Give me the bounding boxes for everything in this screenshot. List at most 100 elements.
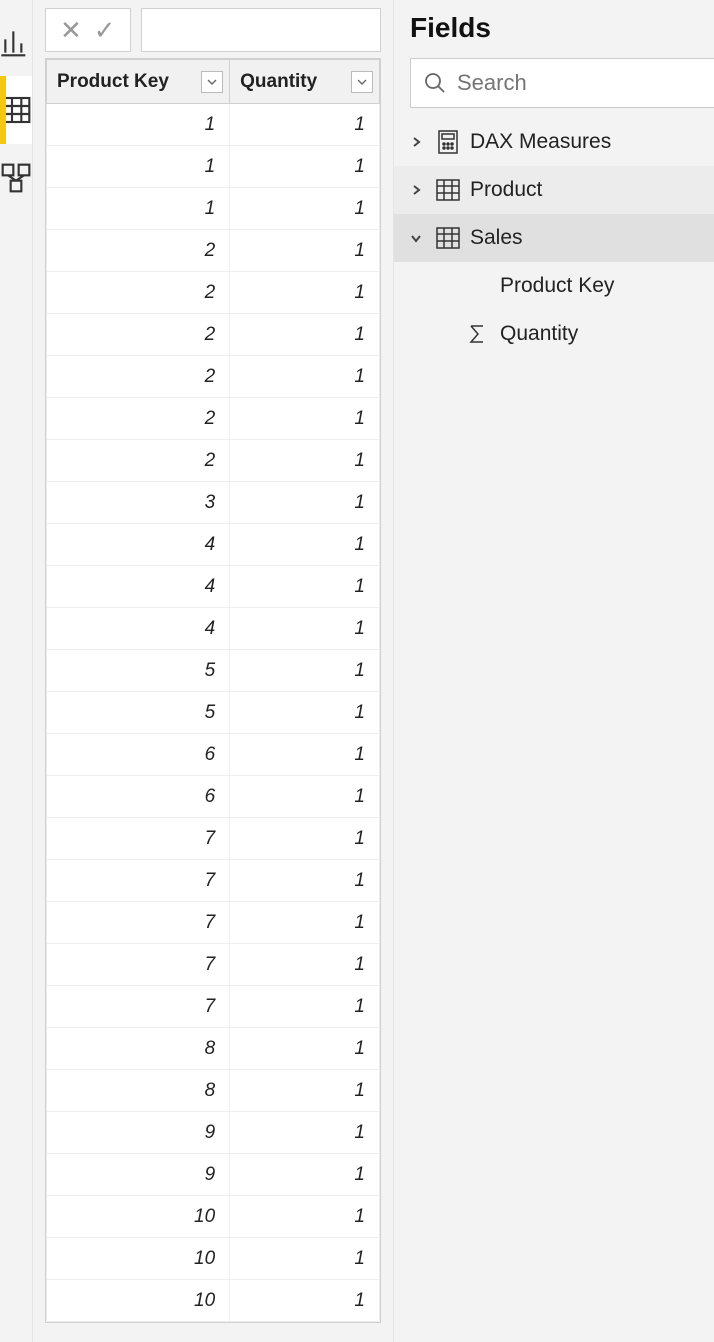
table-cell[interactable]: 4 xyxy=(47,608,230,650)
table-node-sales[interactable]: Sales xyxy=(394,214,714,262)
table-cell[interactable]: 1 xyxy=(47,146,230,188)
table-row[interactable]: 71 xyxy=(47,986,380,1028)
table-cell[interactable]: 2 xyxy=(47,398,230,440)
table-cell[interactable]: 1 xyxy=(230,1028,380,1070)
fields-search-input[interactable] xyxy=(457,70,714,96)
table-row[interactable]: 71 xyxy=(47,902,380,944)
column-filter-button[interactable] xyxy=(201,71,223,93)
table-cell[interactable]: 1 xyxy=(230,230,380,272)
commit-formula-button[interactable]: ✓ xyxy=(94,17,116,43)
table-cell[interactable]: 1 xyxy=(230,566,380,608)
table-cell[interactable]: 1 xyxy=(230,1154,380,1196)
fields-search-box[interactable] xyxy=(410,58,714,108)
table-cell[interactable]: 6 xyxy=(47,734,230,776)
field-node-product-key[interactable]: Product Key xyxy=(394,262,714,310)
table-row[interactable]: 71 xyxy=(47,818,380,860)
table-cell[interactable]: 1 xyxy=(230,104,380,146)
table-cell[interactable]: 1 xyxy=(230,818,380,860)
table-cell[interactable]: 1 xyxy=(230,692,380,734)
table-cell[interactable]: 1 xyxy=(230,1070,380,1112)
table-row[interactable]: 51 xyxy=(47,650,380,692)
table-cell[interactable]: 7 xyxy=(47,902,230,944)
table-row[interactable]: 21 xyxy=(47,230,380,272)
table-cell[interactable]: 1 xyxy=(230,314,380,356)
table-cell[interactable]: 9 xyxy=(47,1154,230,1196)
table-cell[interactable]: 1 xyxy=(230,776,380,818)
table-row[interactable]: 81 xyxy=(47,1028,380,1070)
table-cell[interactable]: 1 xyxy=(230,482,380,524)
table-row[interactable]: 101 xyxy=(47,1238,380,1280)
table-cell[interactable]: 1 xyxy=(230,398,380,440)
table-cell[interactable]: 1 xyxy=(47,104,230,146)
table-cell[interactable]: 1 xyxy=(230,356,380,398)
table-cell[interactable]: 2 xyxy=(47,314,230,356)
table-row[interactable]: 31 xyxy=(47,482,380,524)
table-cell[interactable]: 8 xyxy=(47,1070,230,1112)
table-row[interactable]: 21 xyxy=(47,440,380,482)
table-cell[interactable]: 1 xyxy=(230,188,380,230)
table-row[interactable]: 71 xyxy=(47,944,380,986)
table-row[interactable]: 41 xyxy=(47,524,380,566)
table-cell[interactable]: 1 xyxy=(230,1112,380,1154)
table-cell[interactable]: 1 xyxy=(230,146,380,188)
table-cell[interactable]: 2 xyxy=(47,230,230,272)
table-cell[interactable]: 1 xyxy=(230,1238,380,1280)
table-cell[interactable]: 2 xyxy=(47,272,230,314)
table-row[interactable]: 71 xyxy=(47,860,380,902)
table-cell[interactable]: 1 xyxy=(230,986,380,1028)
table-row[interactable]: 81 xyxy=(47,1070,380,1112)
table-cell[interactable]: 4 xyxy=(47,566,230,608)
table-row[interactable]: 11 xyxy=(47,146,380,188)
table-cell[interactable]: 5 xyxy=(47,692,230,734)
expand-toggle[interactable] xyxy=(406,184,426,196)
table-cell[interactable]: 1 xyxy=(230,1196,380,1238)
table-cell[interactable]: 10 xyxy=(47,1238,230,1280)
table-cell[interactable]: 5 xyxy=(47,650,230,692)
table-cell[interactable]: 1 xyxy=(230,1280,380,1322)
table-cell[interactable]: 1 xyxy=(47,188,230,230)
table-cell[interactable]: 1 xyxy=(230,734,380,776)
table-row[interactable]: 41 xyxy=(47,608,380,650)
column-header-quantity[interactable]: Quantity xyxy=(230,60,380,104)
table-cell[interactable]: 1 xyxy=(230,944,380,986)
table-cell[interactable]: 1 xyxy=(230,440,380,482)
table-row[interactable]: 21 xyxy=(47,398,380,440)
table-cell[interactable]: 1 xyxy=(230,650,380,692)
table-node-dax-measures[interactable]: DAX Measures xyxy=(394,118,714,166)
table-row[interactable]: 61 xyxy=(47,776,380,818)
column-header-product-key[interactable]: Product Key xyxy=(47,60,230,104)
table-node-product[interactable]: Product xyxy=(394,166,714,214)
column-filter-button[interactable] xyxy=(351,71,373,93)
table-cell[interactable]: 1 xyxy=(230,524,380,566)
table-cell[interactable]: 4 xyxy=(47,524,230,566)
table-cell[interactable]: 10 xyxy=(47,1280,230,1322)
report-view-button[interactable] xyxy=(0,8,32,76)
table-cell[interactable]: 7 xyxy=(47,986,230,1028)
table-row[interactable]: 21 xyxy=(47,314,380,356)
table-row[interactable]: 21 xyxy=(47,272,380,314)
table-cell[interactable]: 7 xyxy=(47,860,230,902)
table-row[interactable]: 11 xyxy=(47,188,380,230)
table-cell[interactable]: 6 xyxy=(47,776,230,818)
table-row[interactable]: 101 xyxy=(47,1196,380,1238)
table-cell[interactable]: 1 xyxy=(230,272,380,314)
table-row[interactable]: 91 xyxy=(47,1112,380,1154)
data-view-button[interactable] xyxy=(0,76,32,144)
table-cell[interactable]: 1 xyxy=(230,902,380,944)
model-view-button[interactable] xyxy=(0,144,32,212)
table-row[interactable]: 51 xyxy=(47,692,380,734)
table-row[interactable]: 91 xyxy=(47,1154,380,1196)
collapse-toggle[interactable] xyxy=(406,232,426,244)
table-cell[interactable]: 3 xyxy=(47,482,230,524)
table-row[interactable]: 101 xyxy=(47,1280,380,1322)
table-row[interactable]: 41 xyxy=(47,566,380,608)
table-cell[interactable]: 7 xyxy=(47,818,230,860)
table-cell[interactable]: 2 xyxy=(47,440,230,482)
table-row[interactable]: 21 xyxy=(47,356,380,398)
table-cell[interactable]: 7 xyxy=(47,944,230,986)
table-cell[interactable]: 10 xyxy=(47,1196,230,1238)
expand-toggle[interactable] xyxy=(406,136,426,148)
table-row[interactable]: 11 xyxy=(47,104,380,146)
table-cell[interactable]: 1 xyxy=(230,860,380,902)
table-cell[interactable]: 9 xyxy=(47,1112,230,1154)
